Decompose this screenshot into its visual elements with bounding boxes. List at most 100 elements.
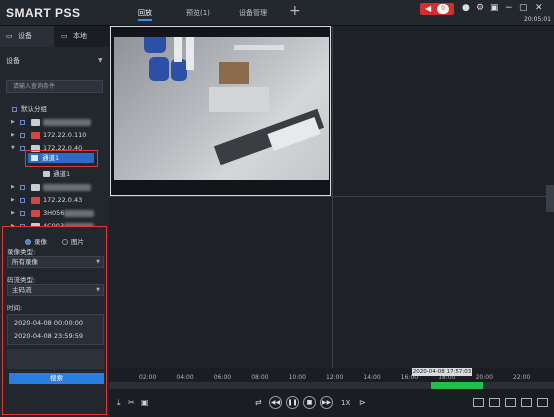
- chevron-down-icon: ▼: [96, 287, 100, 293]
- gear-icon[interactable]: ⚙: [476, 3, 484, 13]
- checkbox[interactable]: [20, 185, 25, 190]
- playback-filter-panel: 录像 图片 录像类型: 所有录像 ▼ 码流类型: 主码流 ▼ 时间: 2020-…: [2, 226, 107, 415]
- start-time-field[interactable]: 2020-04-08 00:00:00: [14, 319, 83, 327]
- camera-feed: [114, 37, 329, 180]
- video-window-1[interactable]: [110, 26, 331, 196]
- expand-icon[interactable]: ▶: [11, 181, 15, 194]
- timeline-tick-label: 14:00: [363, 374, 381, 381]
- tree-item-hidden[interactable]: ▶: [0, 116, 109, 129]
- barrel: [171, 59, 187, 81]
- collapse-icon[interactable]: ▼: [98, 57, 103, 64]
- tab-preview[interactable]: 预览(1): [186, 8, 210, 18]
- tab-playback[interactable]: 回放: [138, 8, 152, 21]
- speed-label[interactable]: 1X: [341, 399, 350, 407]
- radio-picture[interactable]: 图片: [62, 236, 84, 246]
- clock: 20:05:01: [524, 16, 551, 23]
- fast-forward-button[interactable]: ▶▶: [320, 396, 333, 409]
- device-offline-icon: [31, 132, 40, 139]
- expand-icon[interactable]: ▶: [11, 194, 15, 207]
- barrel: [144, 37, 166, 53]
- expand-icon[interactable]: ▶: [11, 129, 15, 142]
- collapse-icon[interactable]: ▼: [11, 142, 15, 155]
- expand-icon[interactable]: ▶: [11, 116, 15, 129]
- alarm-count: 0: [437, 4, 449, 14]
- checkbox[interactable]: [12, 107, 17, 112]
- timeline-tick-label: 20:00: [475, 374, 493, 381]
- stream-type-select[interactable]: 主码流 ▼: [7, 284, 104, 296]
- checkbox[interactable]: [20, 133, 25, 138]
- timeline-tick-label: 04:00: [176, 374, 194, 381]
- recording-segment[interactable]: [431, 382, 483, 389]
- app-logo: SMART PSS: [6, 6, 81, 20]
- timeline-tick-label: 12:00: [326, 374, 344, 381]
- results-area: [7, 349, 104, 369]
- monitor-icon: ▭: [61, 32, 68, 40]
- pause-button[interactable]: ❚❚: [286, 396, 299, 409]
- checkbox[interactable]: [20, 198, 25, 203]
- tree-item-channel-1b[interactable]: 通道1: [0, 168, 109, 181]
- grid-divider: [109, 196, 554, 197]
- add-tab-button[interactable]: +: [289, 3, 301, 19]
- close-icon[interactable]: ✕: [535, 3, 543, 13]
- tree-item-172-22-0-43[interactable]: ▶ 172.22.0.43: [0, 194, 109, 207]
- timeline-track[interactable]: [109, 382, 554, 389]
- end-time-field[interactable]: 2020-04-08 23:59:59: [14, 332, 83, 340]
- record-type-select[interactable]: 所有录像 ▼: [7, 256, 104, 268]
- checkbox[interactable]: [20, 211, 25, 216]
- layout-1-icon[interactable]: [473, 398, 484, 407]
- device-icon: ▭: [6, 32, 13, 40]
- download-icon[interactable]: ⤓: [117, 398, 121, 408]
- rewind-button[interactable]: ◀◀: [269, 396, 282, 409]
- time-range[interactable]: 2020-04-08 00:00:00 2020-04-08 23:59:59: [7, 314, 104, 345]
- panel-toggle-handle[interactable]: [546, 185, 554, 212]
- stream-type-label: 码流类型:: [7, 276, 36, 284]
- alarm-badge[interactable]: ◀ 0: [420, 3, 454, 15]
- redacted-label: [64, 210, 94, 217]
- title-bar: SMART PSS 回放 预览(1) 设备管理 + ◀ 0 ● ⚙ ▣ − ▢ …: [0, 0, 554, 26]
- restore-icon[interactable]: ▢: [519, 3, 528, 13]
- checkbox[interactable]: [20, 120, 25, 125]
- alarm-icon: ◀: [425, 4, 432, 13]
- radio-video[interactable]: 录像: [25, 236, 47, 246]
- camera-icon: [43, 171, 50, 177]
- tree-item-172-22-0-110[interactable]: ▶ 172.22.0.110: [0, 129, 109, 142]
- device-heading: 设备: [6, 57, 20, 65]
- tab-device[interactable]: ▭ 设备: [0, 26, 54, 47]
- timeline-tick-label: 02:00: [139, 374, 157, 381]
- tab-local[interactable]: ▭ 本地: [55, 26, 109, 47]
- barrel: [149, 57, 169, 81]
- fullscreen-icon[interactable]: [521, 398, 532, 407]
- tree-group-default[interactable]: 默认分组: [0, 103, 109, 116]
- time-label: 时间:: [7, 304, 23, 312]
- timeline-tick-label: 06:00: [213, 374, 232, 381]
- radio-selected-icon: [25, 239, 31, 245]
- cardboard-box: [219, 62, 249, 84]
- layout-16-icon[interactable]: [537, 398, 548, 407]
- device-icon: [31, 119, 40, 126]
- stop-button[interactable]: ■: [303, 396, 316, 409]
- tree-item-3h056[interactable]: ▶ 3H056: [0, 207, 109, 220]
- lock-icon[interactable]: ▣: [490, 3, 499, 13]
- left-tabs: ▭ 设备 ▭ 本地: [0, 26, 109, 47]
- search-button[interactable]: 搜索: [9, 373, 104, 384]
- grid-divider: [332, 26, 333, 368]
- frame-step-icon[interactable]: ⊳: [359, 398, 366, 407]
- device-icon: [31, 184, 40, 191]
- tree-item-channel-1[interactable]: 通道1: [28, 153, 94, 163]
- tree-item-hidden-2[interactable]: ▶: [0, 181, 109, 194]
- layout-9-icon[interactable]: [505, 398, 516, 407]
- expand-icon[interactable]: ▶: [11, 207, 15, 220]
- tab-device-management[interactable]: 设备管理: [239, 8, 267, 18]
- record-type-label: 录像类型:: [7, 248, 36, 256]
- redacted-label: [43, 184, 91, 191]
- minimize-icon[interactable]: −: [505, 3, 513, 13]
- snapshot-icon[interactable]: ▣: [141, 398, 149, 407]
- user-icon[interactable]: ●: [462, 3, 470, 13]
- clip-icon[interactable]: ✂: [128, 398, 135, 407]
- layout-4-icon[interactable]: [489, 398, 500, 407]
- sync-icon[interactable]: ⇄: [255, 398, 262, 407]
- device-search-input[interactable]: 请输入查询条件: [6, 80, 103, 93]
- selected-channel-highlight[interactable]: 通道1: [25, 150, 98, 167]
- chevron-down-icon: ▼: [96, 259, 100, 265]
- device-offline-icon: [31, 197, 40, 204]
